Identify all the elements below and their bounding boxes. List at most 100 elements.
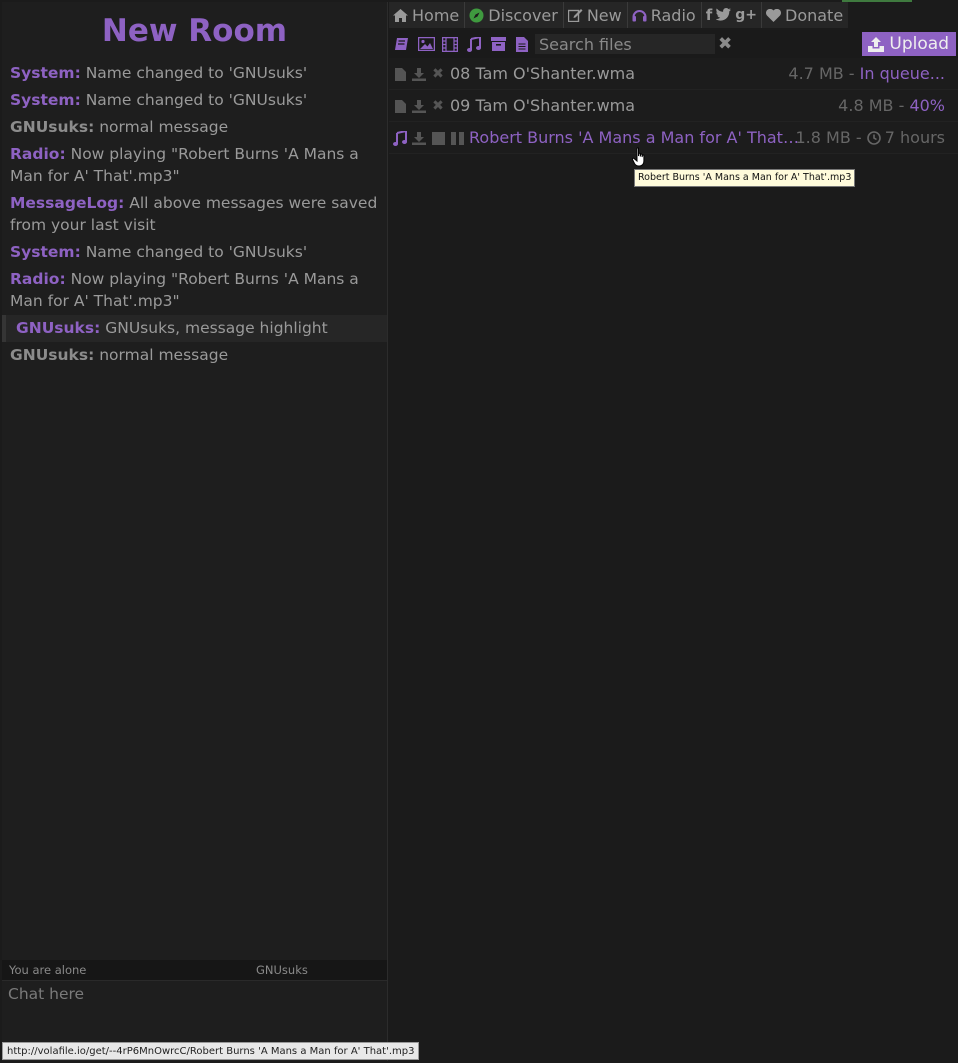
cancel-icon[interactable]: ✖ [431,66,445,82]
meta-separator: - [843,64,860,83]
file-icon [393,99,407,113]
cancel-icon[interactable]: ✖ [431,98,445,114]
file-name-tooltip: Robert Burns 'A Mans a Man for A' That'.… [634,169,856,187]
nav-discover[interactable]: Discover [465,2,564,28]
chat-input[interactable] [2,981,387,1044]
filter-books-icon[interactable] [393,35,411,53]
upload-button[interactable]: Upload [862,32,956,56]
nav-radio[interactable]: Radio [628,2,702,28]
nav-donate-label: Donate [785,5,844,25]
file-row[interactable]: ✖ 08 Tam O'Shanter.wma 4.7 MB - In queue… [389,58,958,90]
chat-message: Radio: Now playing "Robert Burns 'A Mans… [2,141,387,190]
home-icon [393,8,408,22]
message-text: normal message [99,346,229,364]
message-nick[interactable]: System: [10,64,81,82]
file-row[interactable]: ✖ 09 Tam O'Shanter.wma 4.8 MB - 40% [389,90,958,122]
file-meta: 4.8 MB - 40% [838,90,945,122]
file-actions [393,122,464,154]
message-nick[interactable]: Radio: [10,145,66,163]
upload-icon [868,36,885,52]
chat-message: MessageLog: All above messages were save… [2,190,387,239]
message-nick[interactable]: MessageLog: [10,194,124,212]
chat-status-bar: You are alone GNUsuks [2,960,387,980]
download-icon[interactable] [412,131,426,145]
file-size: 4.7 MB [788,64,844,83]
user-count-label: You are alone [9,963,87,977]
message-text: Name changed to 'GNUsuks' [85,64,308,82]
file-size: 4.8 MB [838,96,894,115]
chat-message-highlighted: GNUsuks: GNUsuks, message highlight [2,315,387,342]
chat-input-container [2,980,387,1044]
filter-archive-icon[interactable] [489,35,507,53]
meta-separator: - [893,96,910,115]
meta-separator: - [850,128,867,147]
message-nick[interactable]: System: [10,243,81,261]
message-nick[interactable]: GNUsuks: [10,346,94,364]
chat-message: System: Name changed to 'GNUsuks' [2,87,387,114]
file-status: In queue... [859,64,945,83]
chat-message: System: Name changed to 'GNUsuks' [2,239,387,266]
search-input[interactable] [535,34,715,54]
chat-message: System: Name changed to 'GNUsuks' [2,60,387,87]
twitter-icon[interactable] [715,6,732,25]
pause-icon[interactable] [450,131,464,145]
file-type-filters [393,35,531,53]
nav-home-label: Home [412,5,460,25]
clear-search-icon[interactable]: ✖ [718,34,734,54]
message-nick[interactable]: GNUsuks: [10,118,94,136]
message-text: Name changed to 'GNUsuks' [85,243,308,261]
filter-images-icon[interactable] [417,35,435,53]
file-status: 40% [909,96,945,115]
search-box [535,34,715,54]
file-age: 7 hours [884,128,945,147]
chat-pane: New Room System: Name changed to 'GNUsuk… [2,2,388,1061]
clock-icon [866,124,881,156]
current-nickname[interactable]: GNUsuks [256,960,308,980]
file-size: 1.8 MB [795,128,851,147]
nav-home[interactable]: Home [389,2,466,28]
message-nick[interactable]: Radio: [10,270,66,288]
message-nick[interactable]: System: [10,91,81,109]
nav-discover-label: Discover [488,5,558,25]
top-nav: Home Discover New Radio f g+ Donate [389,2,849,28]
filter-audio-icon[interactable] [465,35,483,53]
stop-icon[interactable] [431,131,445,145]
music-icon [393,130,407,146]
nav-radio-label: Radio [650,5,696,25]
upload-label: Upload [889,34,949,54]
file-toolbar: ✖ Upload [389,30,958,58]
file-row-playing[interactable]: Robert Burns 'A Mans a Man for A' That'.… [389,122,958,154]
message-text: GNUsuks, message highlight [105,319,328,337]
file-meta: 1.8 MB - 7 hours [795,122,945,156]
file-name[interactable]: 09 Tam O'Shanter.wma [450,90,635,122]
nav-new-label: New [586,5,622,25]
file-meta: 4.7 MB - In queue... [788,58,945,90]
file-actions: ✖ [393,90,445,122]
filter-video-icon[interactable] [441,35,459,53]
nav-new[interactable]: New [564,2,628,28]
file-icon [393,67,407,81]
chat-message: GNUsuks: normal message [2,342,387,369]
file-list: ✖ 08 Tam O'Shanter.wma 4.7 MB - In queue… [389,58,958,154]
nav-social: f g+ [702,2,762,28]
filter-documents-icon[interactable] [513,35,531,53]
edit-icon [567,8,583,22]
download-icon[interactable] [412,67,426,81]
google-plus-icon[interactable]: g+ [735,7,757,23]
message-text: normal message [99,118,229,136]
chat-message: GNUsuks: normal message [2,114,387,141]
heart-icon [766,8,781,22]
file-actions: ✖ [393,58,445,90]
browser-status-url: http://volafile.io/get/--4rP6MnOwrcC/Rob… [2,1042,420,1060]
facebook-icon[interactable]: f [706,6,713,24]
room-title: New Room [101,13,288,49]
message-text: Name changed to 'GNUsuks' [85,91,308,109]
download-icon[interactable] [412,99,426,113]
compass-icon [469,8,484,23]
chat-messages: System: Name changed to 'GNUsuks' System… [2,60,387,369]
hand-cursor-icon [631,147,648,173]
nav-donate[interactable]: Donate [762,2,848,28]
file-name[interactable]: 08 Tam O'Shanter.wma [450,58,635,90]
message-nick[interactable]: GNUsuks: [16,319,100,337]
top-progress-indicator [842,0,912,2]
